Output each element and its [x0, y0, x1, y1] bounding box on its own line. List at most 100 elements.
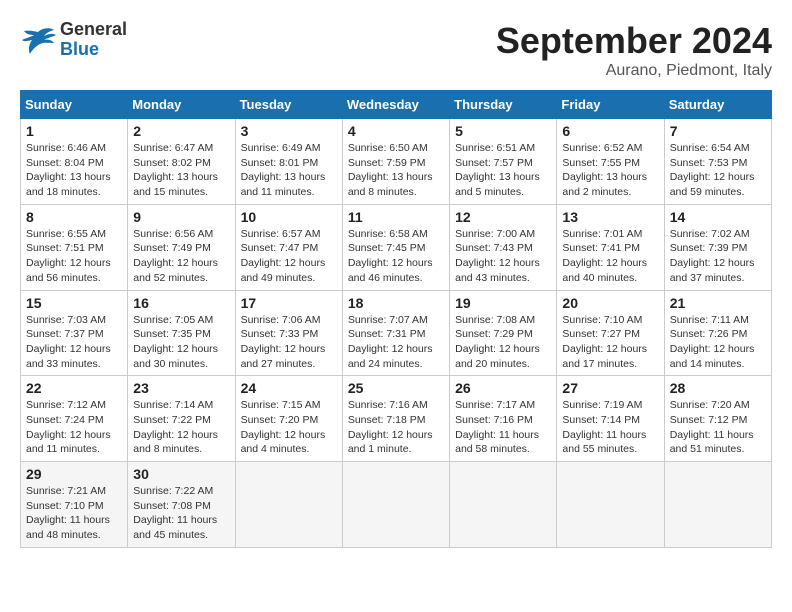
cell-info: Sunrise: 7:10 AMSunset: 7:27 PMDaylight:…	[562, 313, 658, 372]
day-number: 9	[133, 209, 229, 225]
calendar-cell: 8 Sunrise: 6:55 AMSunset: 7:51 PMDaylight…	[21, 204, 128, 290]
cell-info: Sunrise: 7:07 AMSunset: 7:31 PMDaylight:…	[348, 313, 444, 372]
day-number: 10	[241, 209, 337, 225]
day-number: 19	[455, 295, 551, 311]
cell-info: Sunrise: 6:57 AMSunset: 7:47 PMDaylight:…	[241, 227, 337, 286]
day-number: 30	[133, 466, 229, 482]
calendar-cell: 24 Sunrise: 7:15 AMSunset: 7:20 PMDayligh…	[235, 376, 342, 462]
cell-info: Sunrise: 7:20 AMSunset: 7:12 PMDaylight:…	[670, 398, 766, 457]
calendar-cell: 13 Sunrise: 7:01 AMSunset: 7:41 PMDayligh…	[557, 204, 664, 290]
day-number: 29	[26, 466, 122, 482]
logo: General Blue	[20, 20, 127, 60]
day-number: 1	[26, 123, 122, 139]
calendar-cell: 27 Sunrise: 7:19 AMSunset: 7:14 PMDayligh…	[557, 376, 664, 462]
cell-info: Sunrise: 7:15 AMSunset: 7:20 PMDaylight:…	[241, 398, 337, 457]
calendar-cell: 20 Sunrise: 7:10 AMSunset: 7:27 PMDayligh…	[557, 290, 664, 376]
day-number: 18	[348, 295, 444, 311]
day-number: 2	[133, 123, 229, 139]
cell-info: Sunrise: 6:52 AMSunset: 7:55 PMDaylight:…	[562, 141, 658, 200]
cell-info: Sunrise: 6:58 AMSunset: 7:45 PMDaylight:…	[348, 227, 444, 286]
day-number: 13	[562, 209, 658, 225]
cell-info: Sunrise: 6:55 AMSunset: 7:51 PMDaylight:…	[26, 227, 122, 286]
cell-info: Sunrise: 7:08 AMSunset: 7:29 PMDaylight:…	[455, 313, 551, 372]
day-number: 5	[455, 123, 551, 139]
location-subtitle: Aurano, Piedmont, Italy	[496, 62, 772, 80]
day-number: 17	[241, 295, 337, 311]
day-number: 7	[670, 123, 766, 139]
cell-info: Sunrise: 6:50 AMSunset: 7:59 PMDaylight:…	[348, 141, 444, 200]
day-number: 3	[241, 123, 337, 139]
cell-info: Sunrise: 7:17 AMSunset: 7:16 PMDaylight:…	[455, 398, 551, 457]
calendar-cell	[557, 462, 664, 548]
day-number: 8	[26, 209, 122, 225]
calendar-cell: 21 Sunrise: 7:11 AMSunset: 7:26 PMDayligh…	[664, 290, 771, 376]
cell-info: Sunrise: 6:56 AMSunset: 7:49 PMDaylight:…	[133, 227, 229, 286]
calendar-week-row: 22 Sunrise: 7:12 AMSunset: 7:24 PMDayligh…	[21, 376, 772, 462]
logo-bird-icon	[20, 26, 56, 54]
day-number: 6	[562, 123, 658, 139]
col-header-wednesday: Wednesday	[342, 91, 449, 119]
col-header-thursday: Thursday	[450, 91, 557, 119]
calendar-cell: 5Sunrise: 6:51 AMSunset: 7:57 PMDaylight…	[450, 119, 557, 205]
calendar-cell	[450, 462, 557, 548]
calendar-cell: 16Sunrise: 7:05 AMSunset: 7:35 PMDayligh…	[128, 290, 235, 376]
cell-info: Sunrise: 7:03 AMSunset: 7:37 PMDaylight:…	[26, 313, 122, 372]
day-number: 27	[562, 380, 658, 396]
day-number: 24	[241, 380, 337, 396]
calendar-week-row: 8 Sunrise: 6:55 AMSunset: 7:51 PMDaylight…	[21, 204, 772, 290]
day-number: 28	[670, 380, 766, 396]
calendar-cell: 7 Sunrise: 6:54 AMSunset: 7:53 PMDaylight…	[664, 119, 771, 205]
title-block: September 2024 Aurano, Piedmont, Italy	[496, 20, 772, 80]
calendar-header-row: SundayMondayTuesdayWednesdayThursdayFrid…	[21, 91, 772, 119]
day-number: 23	[133, 380, 229, 396]
cell-info: Sunrise: 7:19 AMSunset: 7:14 PMDaylight:…	[562, 398, 658, 457]
calendar-cell: 26 Sunrise: 7:17 AMSunset: 7:16 PMDayligh…	[450, 376, 557, 462]
calendar-cell: 23 Sunrise: 7:14 AMSunset: 7:22 PMDayligh…	[128, 376, 235, 462]
cell-info: Sunrise: 6:54 AMSunset: 7:53 PMDaylight:…	[670, 141, 766, 200]
month-title: September 2024	[496, 20, 772, 62]
cell-info: Sunrise: 6:46 AMSunset: 8:04 PMDaylight:…	[26, 141, 122, 200]
day-number: 14	[670, 209, 766, 225]
calendar-cell: 15 Sunrise: 7:03 AMSunset: 7:37 PMDayligh…	[21, 290, 128, 376]
calendar-cell: 12Sunrise: 7:00 AMSunset: 7:43 PMDayligh…	[450, 204, 557, 290]
calendar-cell: 28 Sunrise: 7:20 AMSunset: 7:12 PMDayligh…	[664, 376, 771, 462]
calendar-table: SundayMondayTuesdayWednesdayThursdayFrid…	[20, 90, 772, 548]
cell-info: Sunrise: 7:02 AMSunset: 7:39 PMDaylight:…	[670, 227, 766, 286]
cell-info: Sunrise: 7:16 AMSunset: 7:18 PMDaylight:…	[348, 398, 444, 457]
calendar-cell: 29 Sunrise: 7:21 AMSunset: 7:10 PMDayligh…	[21, 462, 128, 548]
cell-info: Sunrise: 7:00 AMSunset: 7:43 PMDaylight:…	[455, 227, 551, 286]
col-header-saturday: Saturday	[664, 91, 771, 119]
logo-line1: General	[60, 20, 127, 40]
cell-info: Sunrise: 7:11 AMSunset: 7:26 PMDaylight:…	[670, 313, 766, 372]
calendar-cell: 1 Sunrise: 6:46 AMSunset: 8:04 PMDaylight…	[21, 119, 128, 205]
calendar-cell: 30Sunrise: 7:22 AMSunset: 7:08 PMDayligh…	[128, 462, 235, 548]
calendar-cell: 11 Sunrise: 6:58 AMSunset: 7:45 PMDayligh…	[342, 204, 449, 290]
calendar-cell: 18 Sunrise: 7:07 AMSunset: 7:31 PMDayligh…	[342, 290, 449, 376]
day-number: 25	[348, 380, 444, 396]
calendar-body: 1 Sunrise: 6:46 AMSunset: 8:04 PMDaylight…	[21, 119, 772, 548]
calendar-cell	[235, 462, 342, 548]
cell-info: Sunrise: 7:14 AMSunset: 7:22 PMDaylight:…	[133, 398, 229, 457]
cell-info: Sunrise: 7:01 AMSunset: 7:41 PMDaylight:…	[562, 227, 658, 286]
cell-info: Sunrise: 6:47 AMSunset: 8:02 PMDaylight:…	[133, 141, 229, 200]
calendar-cell: 2 Sunrise: 6:47 AMSunset: 8:02 PMDaylight…	[128, 119, 235, 205]
calendar-week-row: 15 Sunrise: 7:03 AMSunset: 7:37 PMDayligh…	[21, 290, 772, 376]
day-number: 20	[562, 295, 658, 311]
calendar-cell: 10 Sunrise: 6:57 AMSunset: 7:47 PMDayligh…	[235, 204, 342, 290]
calendar-cell: 25 Sunrise: 7:16 AMSunset: 7:18 PMDayligh…	[342, 376, 449, 462]
calendar-cell	[342, 462, 449, 548]
day-number: 11	[348, 209, 444, 225]
cell-info: Sunrise: 7:21 AMSunset: 7:10 PMDaylight:…	[26, 484, 122, 543]
cell-info: Sunrise: 7:06 AMSunset: 7:33 PMDaylight:…	[241, 313, 337, 372]
day-number: 26	[455, 380, 551, 396]
day-number: 21	[670, 295, 766, 311]
calendar-week-row: 1 Sunrise: 6:46 AMSunset: 8:04 PMDaylight…	[21, 119, 772, 205]
day-number: 4	[348, 123, 444, 139]
col-header-friday: Friday	[557, 91, 664, 119]
cell-info: Sunrise: 7:12 AMSunset: 7:24 PMDaylight:…	[26, 398, 122, 457]
page-header: General Blue September 2024 Aurano, Pied…	[20, 20, 772, 80]
day-number: 22	[26, 380, 122, 396]
calendar-cell: 22 Sunrise: 7:12 AMSunset: 7:24 PMDayligh…	[21, 376, 128, 462]
calendar-cell: 9 Sunrise: 6:56 AMSunset: 7:49 PMDaylight…	[128, 204, 235, 290]
day-number: 15	[26, 295, 122, 311]
